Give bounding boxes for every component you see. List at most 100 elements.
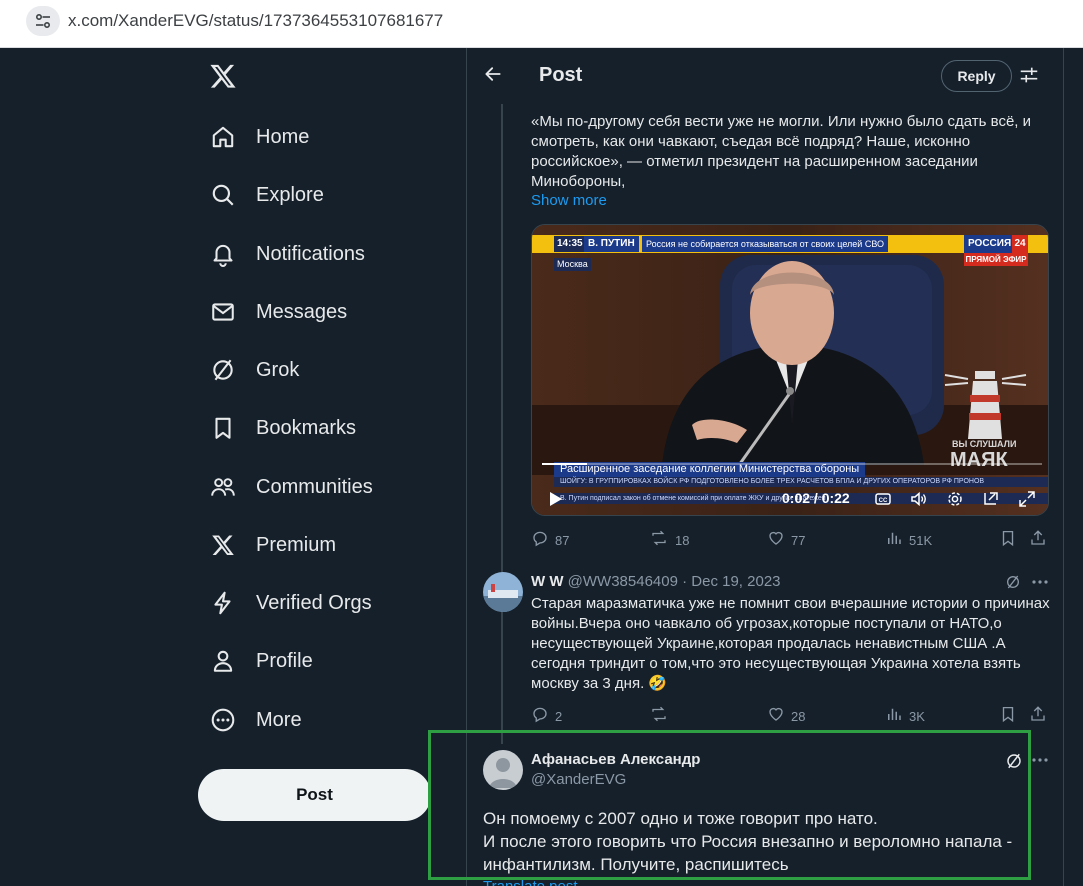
sidebar-item-label: Communities [256, 475, 373, 498]
page-title: Post [539, 64, 583, 86]
sliders-icon[interactable] [1018, 64, 1042, 88]
bookmark-action[interactable] [999, 530, 1017, 550]
play-icon[interactable] [546, 490, 564, 508]
bell-icon [208, 239, 238, 269]
tweet-actions: 87 18 77 51K [531, 529, 1053, 552]
fullscreen-icon[interactable] [1018, 490, 1036, 508]
share-icon [1029, 705, 1047, 728]
bookmark-icon [999, 529, 1017, 552]
people-icon [208, 472, 238, 502]
sidebar-item-explore[interactable]: Explore [208, 175, 324, 215]
like-count: 28 [791, 708, 806, 724]
video-progress-bar[interactable] [542, 463, 1042, 465]
sidebar-item-label: Grok [256, 358, 300, 381]
grok-icon [208, 355, 238, 385]
more-circle-icon [208, 705, 238, 735]
bookmark-icon [208, 413, 238, 443]
thread-line [501, 104, 503, 744]
like-count: 77 [791, 532, 806, 548]
views-action[interactable]: 3K [885, 706, 925, 726]
reply-count: 2 [555, 708, 563, 724]
repost-icon [649, 705, 669, 728]
site-settings-icon[interactable] [26, 6, 60, 36]
post-button[interactable]: Post [198, 769, 431, 821]
reply-button[interactable]: Reply [941, 60, 1012, 92]
video-progress-fill [542, 463, 587, 465]
reply-action[interactable]: 2 [531, 706, 562, 726]
search-icon [208, 180, 238, 210]
bar-chart-icon [885, 705, 903, 728]
watermark-logo: МАЯК [950, 449, 1008, 471]
sidebar-item-label: Messages [256, 300, 348, 323]
captions-icon[interactable]: CC [874, 490, 892, 508]
x-logo-icon [208, 530, 238, 560]
sidebar-item-notifications[interactable]: Notifications [208, 234, 365, 274]
show-more-link[interactable]: Show more [531, 192, 607, 209]
sidebar-item-more[interactable]: More [208, 700, 302, 740]
author-handle[interactable]: @XanderEVG [531, 771, 626, 788]
sidebar-item-label: Bookmarks [256, 416, 357, 439]
watermark-caption: ВЫ СЛУШАЛИ [952, 439, 1017, 449]
author-name[interactable]: Афанасьев Александр [531, 751, 700, 768]
grok-icon[interactable] [1005, 752, 1023, 770]
share-action[interactable] [1029, 529, 1047, 552]
like-action[interactable]: 77 [767, 530, 805, 550]
sidebar-item-verified-orgs[interactable]: Verified Orgs [208, 583, 372, 623]
reply-header: W W @WW38546409 · Dec 19, 2023 [531, 573, 781, 590]
sidebar-item-grok[interactable]: Grok [208, 350, 299, 390]
view-count: 3K [909, 708, 925, 724]
settings-gear-icon[interactable] [946, 490, 964, 508]
share-icon [1029, 529, 1047, 552]
author-name[interactable]: W W [531, 573, 563, 590]
like-action[interactable]: 28 [767, 706, 805, 726]
speaker-badge: В. ПУТИН [584, 236, 639, 252]
avatar[interactable] [483, 750, 523, 790]
sidebar-item-messages[interactable]: Messages [208, 292, 347, 332]
video-player[interactable]: 14:35 В. ПУТИН Россия не собирается отка… [531, 224, 1049, 516]
sidebar-item-label: Profile [256, 649, 313, 672]
views-action[interactable]: 51K [885, 530, 932, 550]
more-options-icon[interactable] [1030, 750, 1050, 770]
broadcast-time: 14:35 [554, 236, 586, 252]
sidebar-item-profile[interactable]: Profile [208, 641, 313, 681]
author-handle[interactable]: @WW38546409 [568, 573, 678, 590]
main-column: Post Reply «Мы по-другому себя вести уже… [466, 48, 1064, 886]
bookmark-action[interactable] [999, 706, 1017, 726]
channel-number: 24 [1012, 235, 1028, 253]
sidebar-item-communities[interactable]: Communities [208, 467, 373, 507]
volume-icon[interactable] [910, 490, 928, 508]
view-count: 51K [909, 532, 933, 548]
repost-action[interactable]: 18 [649, 530, 689, 550]
address-bar[interactable]: x.com/XanderEVG/status/17373645531076816… [0, 0, 1083, 48]
share-action[interactable] [1029, 705, 1047, 728]
comment-icon [531, 705, 549, 728]
url-text[interactable]: x.com/XanderEVG/status/17373645531076816… [68, 11, 443, 31]
translate-post-link[interactable]: Translate post [483, 878, 578, 886]
person-icon [208, 646, 238, 676]
video-time: 0:02 / 0:22 [782, 490, 850, 506]
city-badge: Москва [554, 258, 591, 271]
repost-action[interactable] [649, 706, 669, 726]
envelope-icon [208, 297, 238, 327]
more-options-icon[interactable] [1030, 572, 1050, 592]
reply-action[interactable]: 87 [531, 530, 569, 550]
lightning-icon [208, 588, 238, 618]
sidebar: Home Explore Notifications Messages Grok… [0, 48, 466, 886]
sidebar-item-premium[interactable]: Premium [208, 525, 336, 565]
picture-in-picture-icon[interactable] [982, 490, 1000, 508]
post-date[interactable]: · Dec 19, 2023 [682, 573, 780, 590]
grok-icon[interactable] [1005, 574, 1023, 592]
focused-post-text: Он помоему с 2007 одно и тоже говорит пр… [483, 809, 1013, 874]
back-arrow-icon[interactable] [483, 64, 507, 88]
sidebar-item-home[interactable]: Home [208, 117, 309, 157]
sidebar-item-bookmarks[interactable]: Bookmarks [208, 408, 356, 448]
x-logo-icon[interactable] [209, 62, 239, 92]
avatar[interactable] [483, 572, 523, 612]
sidebar-item-label: More [256, 708, 302, 731]
reply-count: 87 [555, 532, 570, 548]
heart-icon [767, 529, 785, 552]
reply-text: Старая маразматичка уже не помнит свои в… [531, 595, 1050, 692]
headline-text: Россия не собирается отказываться от сво… [642, 236, 889, 252]
sidebar-item-label: Verified Orgs [256, 591, 372, 614]
sidebar-item-label: Premium [256, 533, 337, 556]
